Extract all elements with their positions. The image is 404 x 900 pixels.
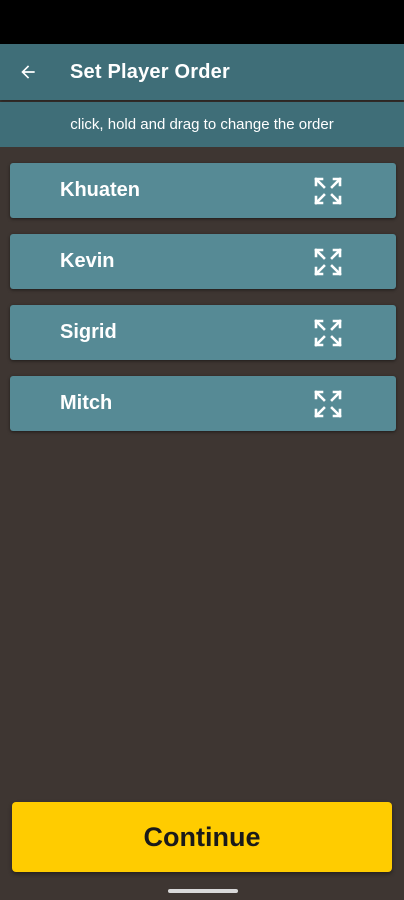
player-row-mitch[interactable]: Mitch [10, 376, 396, 431]
back-button[interactable] [0, 44, 56, 100]
player-row-kevin[interactable]: Kevin [10, 234, 396, 289]
drag-handle-icon[interactable] [313, 318, 343, 348]
player-name: Mitch [60, 392, 113, 414]
page-title: Set Player Order [70, 60, 230, 83]
player-row-sigrid[interactable]: Sigrid [10, 305, 396, 360]
instructions-text: click, hold and drag to change the order [0, 102, 404, 147]
player-list: Khuaten Kevin Sigrid Mitch [10, 163, 396, 447]
drag-handle-icon[interactable] [313, 389, 343, 419]
app-bar: Set Player Order [0, 44, 404, 100]
player-name: Khuaten [60, 179, 140, 201]
continue-button[interactable]: Continue [12, 802, 392, 872]
status-bar [0, 0, 404, 44]
player-name: Sigrid [60, 321, 117, 343]
player-name: Kevin [60, 250, 115, 272]
player-row-khuaten[interactable]: Khuaten [10, 163, 396, 218]
home-indicator[interactable] [168, 889, 238, 893]
arrow-left-icon [21, 65, 35, 79]
drag-handle-icon[interactable] [313, 247, 343, 277]
drag-handle-icon[interactable] [313, 176, 343, 206]
